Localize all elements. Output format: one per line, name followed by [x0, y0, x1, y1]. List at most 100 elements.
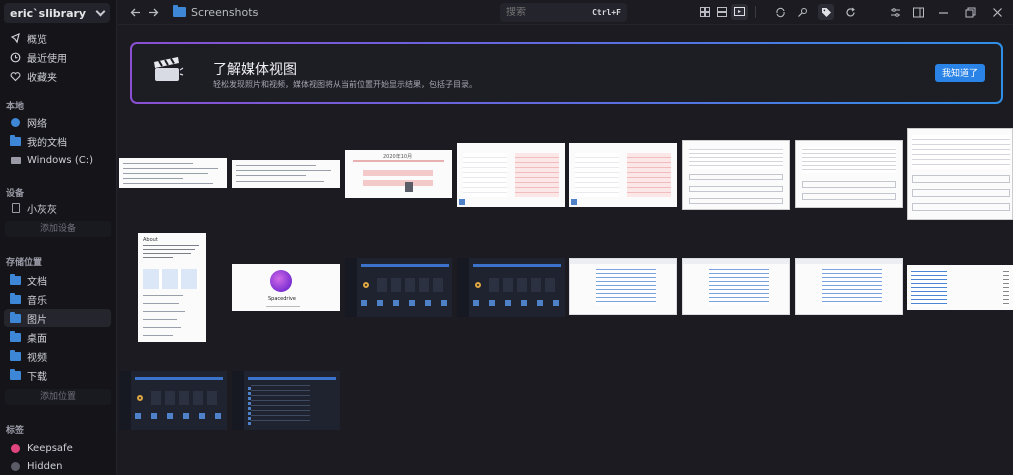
grid-view-icon[interactable]: [698, 4, 712, 20]
media-view-icon[interactable]: [731, 4, 748, 20]
media-thumbnail[interactable]: [907, 128, 1013, 220]
network-icon: [10, 117, 21, 128]
overview-icon: [10, 32, 21, 44]
app-name-label: Spacedrive: [268, 296, 296, 302]
tag-hidden[interactable]: Hidden: [4, 457, 111, 475]
media-thumbnail[interactable]: [457, 143, 565, 207]
media-thumbnail[interactable]: [232, 371, 340, 430]
search-box[interactable]: Ctrl+F: [500, 3, 627, 22]
clock-icon: [10, 52, 21, 63]
media-thumbnail[interactable]: [569, 143, 677, 207]
nav-favorites[interactable]: 收藏夹: [4, 67, 111, 85]
folder-icon: [10, 134, 21, 147]
media-thumbnail[interactable]: [457, 258, 565, 317]
nav-label: 网络: [27, 118, 47, 130]
more-options-icon[interactable]: ⋯: [248, 4, 259, 20]
section-devices: 设备: [6, 189, 25, 199]
nav-recent[interactable]: 最近使用: [4, 48, 111, 66]
laptop-icon: [10, 203, 21, 214]
nav-my-documents[interactable]: 我的文档: [4, 132, 111, 150]
nav-device-xiaohuihui[interactable]: 小灰灰: [4, 199, 111, 217]
folder-icon: [10, 311, 21, 324]
banner-subtitle: 轻松发现照片和视频，媒体视图将从当前位置开始显示结果，包括子目录。: [213, 80, 477, 89]
location-downloads[interactable]: 下载: [4, 366, 111, 384]
tag-icon[interactable]: [818, 4, 834, 20]
nav-label: 下载: [27, 371, 47, 383]
media-thumbnail[interactable]: [795, 140, 903, 208]
add-location-button[interactable]: 添加位置: [5, 389, 111, 405]
nav-label: Windows (C:): [27, 154, 93, 166]
nav-label: 桌面: [27, 333, 47, 345]
folder-icon: [10, 292, 21, 305]
media-thumbnail[interactable]: [119, 371, 227, 430]
location-documents[interactable]: 文档: [4, 271, 111, 289]
folder-icon: [10, 349, 21, 362]
media-thumbnail[interactable]: [569, 258, 677, 315]
back-arrow-icon[interactable]: [128, 4, 142, 20]
about-heading: About: [143, 237, 158, 243]
media-thumbnail[interactable]: [682, 140, 790, 210]
close-icon[interactable]: [990, 4, 1004, 20]
section-local: 本地: [6, 102, 25, 112]
library-selector[interactable]: eric`slibrary: [4, 3, 110, 23]
search-input[interactable]: [506, 7, 576, 18]
media-thumbnail[interactable]: [345, 258, 452, 317]
key-icon[interactable]: [795, 4, 809, 20]
location-pictures[interactable]: 图片: [4, 309, 111, 327]
banner-title: 了解媒体视图: [213, 62, 297, 78]
tag-color-dot-icon: [10, 461, 21, 472]
tag-label: Hidden: [27, 460, 63, 472]
media-thumbnail[interactable]: [232, 160, 340, 188]
library-name: eric`slibrary: [10, 6, 87, 20]
folder-icon: [171, 4, 187, 20]
chevron-down-icon: [95, 6, 106, 16]
nav-label: 图片: [27, 314, 47, 326]
folder-icon: [10, 273, 21, 286]
nav-label: 收藏夹: [27, 72, 57, 84]
heart-icon: [10, 71, 21, 82]
clapperboard-icon: [152, 56, 184, 84]
nav-label: 我的文档: [27, 137, 67, 149]
folder-icon: [10, 330, 21, 343]
got-it-button[interactable]: 我知道了: [934, 64, 985, 82]
refresh-icon[interactable]: [843, 4, 857, 20]
media-thumbnail[interactable]: [682, 258, 790, 315]
top-bar: Screenshots ⋯ Ctrl+F: [118, 0, 1013, 25]
toolbar-divider: [755, 6, 756, 18]
nav-network[interactable]: 网络: [4, 113, 111, 131]
settings-sliders-icon[interactable]: [888, 4, 902, 20]
location-videos[interactable]: 视频: [4, 347, 111, 365]
nav-overview[interactable]: 概览: [4, 29, 111, 47]
list-view-icon[interactable]: [715, 4, 729, 20]
section-locations: 存储位置: [6, 258, 43, 268]
media-thumbnail[interactable]: 2020年10月: [345, 150, 452, 198]
nav-label: 音乐: [27, 295, 47, 307]
media-thumbnail[interactable]: [119, 158, 227, 188]
nav-label: 小灰灰: [27, 204, 57, 216]
nav-label: 文档: [27, 276, 47, 288]
media-thumbnail[interactable]: About: [138, 233, 206, 342]
sidebar-panel-icon[interactable]: [911, 4, 925, 20]
calendar-month-title: 2020年10月: [383, 154, 413, 160]
location-desktop[interactable]: 桌面: [4, 328, 111, 346]
section-tags: 标签: [6, 426, 25, 436]
media-view-banner: 了解媒体视图 轻松发现照片和视频，媒体视图将从当前位置开始显示结果，包括子目录。…: [130, 42, 1003, 104]
media-thumbnail[interactable]: Spacedrive: [232, 264, 340, 311]
media-thumbnail[interactable]: [907, 265, 1013, 310]
nav-label: 概览: [27, 34, 47, 46]
media-thumbnail[interactable]: [795, 258, 903, 315]
forward-arrow-icon[interactable]: [146, 4, 160, 20]
nav-label: 视频: [27, 352, 47, 364]
location-music[interactable]: 音乐: [4, 290, 111, 308]
search-shortcut: Ctrl+F: [592, 8, 621, 17]
restore-window-icon[interactable]: [963, 4, 977, 20]
folder-icon: [10, 368, 21, 381]
tag-label: Keepsafe: [27, 442, 73, 454]
minimize-icon[interactable]: [936, 4, 950, 20]
sidebar: eric`slibrary 概览 最近使用 收藏夹 本地 网络 我的文档 Win…: [0, 0, 117, 475]
nav-windows-drive[interactable]: Windows (C:): [4, 151, 111, 169]
sync-icon[interactable]: [773, 4, 787, 20]
add-device-button[interactable]: 添加设备: [5, 221, 111, 237]
tag-keepsafe[interactable]: Keepsafe: [4, 439, 111, 457]
drive-icon: [10, 155, 21, 166]
